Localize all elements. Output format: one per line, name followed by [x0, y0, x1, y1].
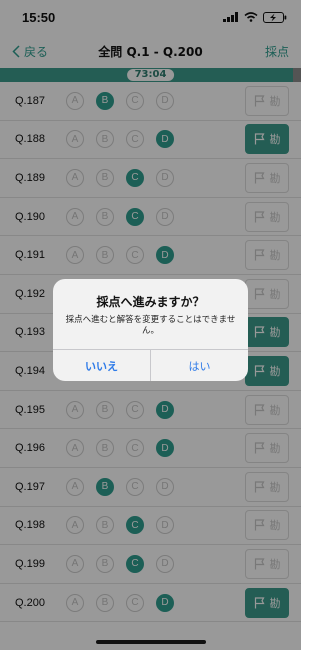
confirm-dialog: 採点へ進みますか？ 採点へ進むと解答を変更することはできません。 いいえ はい [53, 279, 248, 381]
dialog-actions: いいえ はい [53, 349, 248, 381]
dialog-message: 採点へ進むと解答を変更することはできません。 [65, 315, 236, 337]
dialog-title: 採点へ進みますか？ [96, 295, 205, 309]
home-indicator [95, 640, 206, 644]
no-button[interactable]: いいえ [53, 350, 151, 381]
yes-button[interactable]: はい [151, 350, 248, 381]
